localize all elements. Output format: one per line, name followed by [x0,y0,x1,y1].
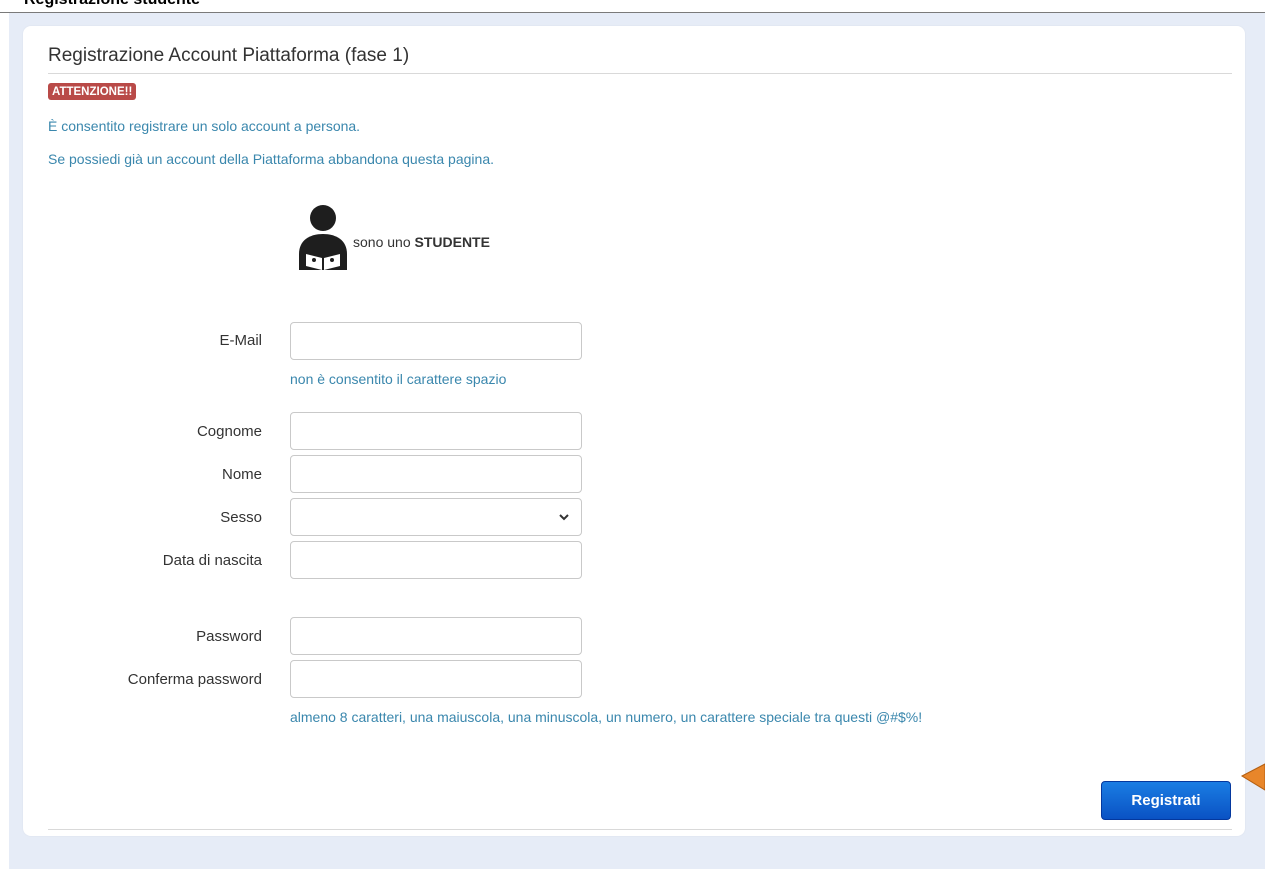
nascita-label: Data di nascita [162,552,262,569]
page-background: Registrazione Account Piattaforma (fase … [9,13,1265,869]
email-field[interactable] [290,322,582,360]
nome-field[interactable] [290,455,582,493]
top-strip: Registrazione studente [0,0,1265,13]
bottom-divider [48,829,1232,830]
role-prefix: sono uno [353,234,411,250]
cognome-label: Cognome [196,423,262,440]
chevron-down-icon [559,514,569,521]
student-reading-icon [299,205,347,270]
notice-one-account: È consentito registrare un solo account … [48,118,361,134]
role-selector: sono uno STUDENTE [294,204,594,274]
password-label: Password [196,628,262,645]
annotation-arrow-icon [1240,763,1265,791]
title-divider [48,73,1232,74]
page-title: Registrazione Account Piattaforma (fase … [48,45,410,66]
warning-badge: ATTENZIONE!! [48,83,137,100]
email-label: E-Mail [219,332,262,349]
registration-panel: Registrazione Account Piattaforma (fase … [23,26,1245,836]
conferma-password-label: Conferma password [127,671,262,688]
nome-label: Nome [221,466,262,483]
password-help-text: almeno 8 caratteri, una maiuscola, una m… [290,709,923,725]
top-strip-text: Registrazione studente [24,0,200,9]
sesso-label: Sesso [220,509,262,526]
sesso-select[interactable] [290,498,582,536]
notice-existing-account: Se possiedi già un account della Piattaf… [48,151,494,167]
role-text: sono uno STUDENTE [353,234,490,250]
cognome-field[interactable] [290,412,582,450]
password-field[interactable] [290,617,582,655]
role-name: STUDENTE [414,234,490,250]
confirm-password-field[interactable] [290,660,582,698]
birthdate-field[interactable] [290,541,582,579]
email-help-text: non è consentito il carattere spazio [290,371,507,387]
registrati-button[interactable]: Registrati [1101,781,1231,820]
